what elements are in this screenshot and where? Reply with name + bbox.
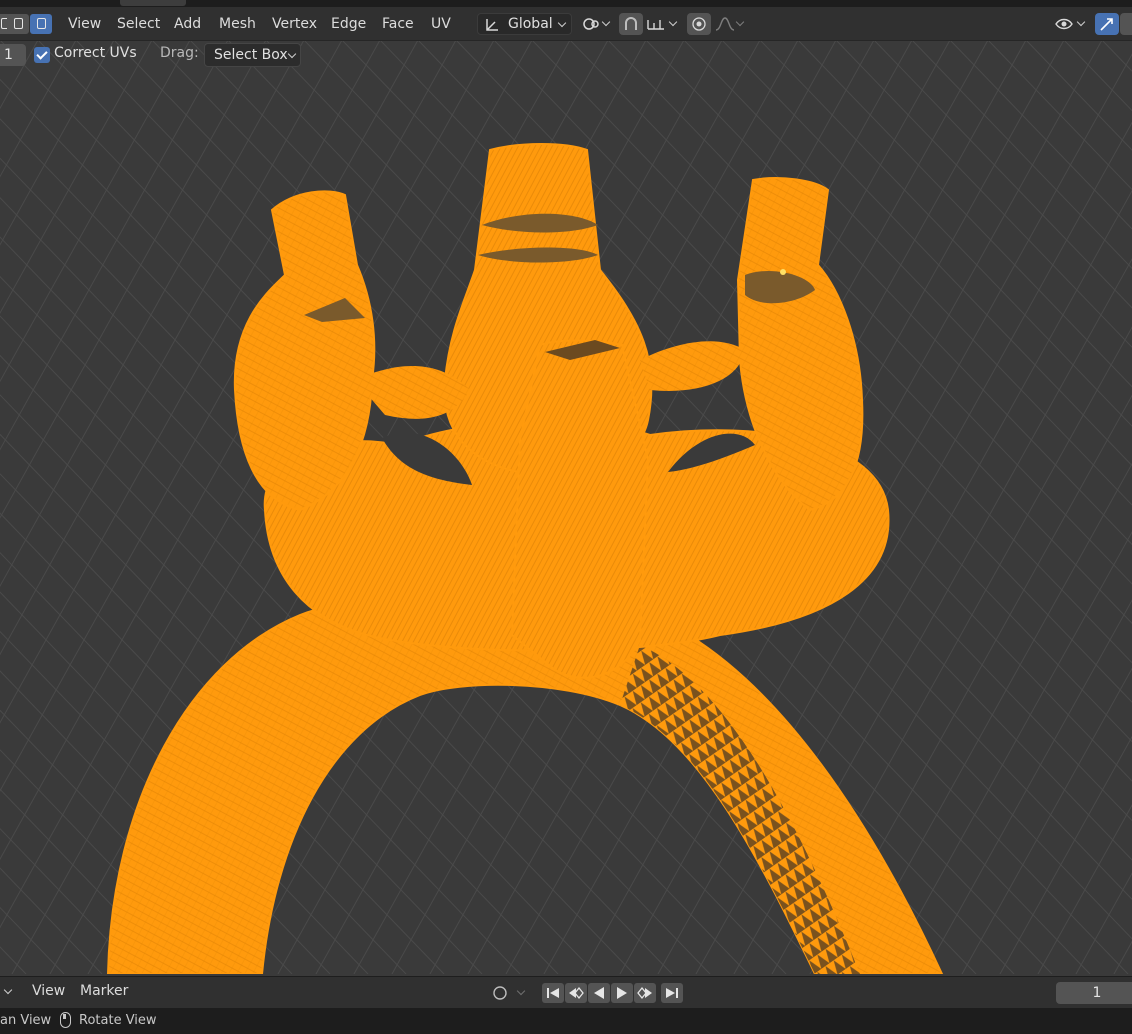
- menu-vertex[interactable]: Vertex: [268, 14, 321, 34]
- mesh-front-spike[interactable]: [510, 339, 650, 679]
- status-bar: an View Rotate View: [0, 1008, 1132, 1034]
- play-reverse-button[interactable]: [588, 983, 610, 1003]
- chevron-down-icon: [287, 49, 297, 59]
- keying-dropdown[interactable]: [488, 983, 532, 1003]
- correct-uvs-checkbox[interactable]: [34, 47, 50, 63]
- snap-toggle[interactable]: [619, 13, 643, 35]
- chevron-down-icon: [557, 18, 567, 28]
- viewport-header: View Select Add Mesh Vertex Edge Face UV…: [0, 7, 1132, 41]
- proportional-falloff-dropdown[interactable]: [713, 13, 749, 35]
- menu-view[interactable]: View: [64, 14, 105, 34]
- chevron-down-icon: [516, 986, 526, 996]
- mouse-middle-icon: [60, 1012, 71, 1028]
- 3d-viewport[interactable]: [0, 40, 1132, 974]
- drag-mode-value: Select Box: [214, 47, 288, 63]
- transform-orientation-icon: [486, 19, 498, 31]
- next-keyframe-icon: [637, 986, 652, 1000]
- transform-orientation-label: Global: [508, 16, 553, 32]
- menu-select[interactable]: Select: [113, 14, 164, 34]
- play-button[interactable]: [611, 983, 633, 1003]
- window-top-strip: [0, 0, 1132, 7]
- menu-edge[interactable]: Edge: [327, 14, 370, 34]
- jump-end-icon: [666, 988, 678, 998]
- timeline-menu-view[interactable]: View: [32, 983, 65, 999]
- proportional-editing-icon: [692, 17, 706, 31]
- play-reverse-icon: [594, 987, 604, 999]
- snap-icon: [625, 17, 637, 30]
- snap-increment-icon: [647, 20, 664, 30]
- keying-set-icon: [493, 986, 507, 1000]
- value-field[interactable]: 1: [0, 44, 26, 66]
- snap-target-dropdown[interactable]: [644, 13, 682, 35]
- menu-face[interactable]: Face: [378, 14, 418, 34]
- play-icon: [617, 987, 627, 999]
- next-keyframe-button[interactable]: [634, 983, 656, 1003]
- drag-label: Drag:: [160, 45, 199, 61]
- correct-uvs-label: Correct UVs: [54, 45, 137, 61]
- viewport-canvas[interactable]: [0, 40, 1132, 974]
- proportional-falloff-icon: [715, 17, 735, 31]
- visibility-icon: [1055, 18, 1073, 30]
- timeline-menu-marker[interactable]: Marker: [80, 983, 128, 999]
- pivot-point-icon: [583, 18, 599, 30]
- transform-orientation-dropdown[interactable]: Global: [477, 13, 572, 35]
- edge-select-mode-icon[interactable]: [7, 14, 29, 34]
- chevron-down-icon: [735, 17, 745, 27]
- chevron-down-icon: [1076, 17, 1086, 27]
- prev-keyframe-icon: [569, 986, 584, 1000]
- status-pan-view: an View: [0, 1013, 52, 1028]
- workspace-tab[interactable]: [120, 0, 186, 6]
- editor-type-chevron-icon[interactable]: [3, 985, 13, 995]
- tool-options-bar: 1 Correct UVs Drag: Select Box: [0, 40, 320, 70]
- gizmo-dropdown[interactable]: [1120, 13, 1132, 35]
- status-rotate-view: Rotate View: [79, 1013, 157, 1028]
- jump-start-button[interactable]: [542, 983, 564, 1003]
- gizmo-icon: [1100, 18, 1113, 31]
- pivot-point-dropdown[interactable]: [579, 13, 615, 35]
- current-frame-field[interactable]: 1: [1056, 982, 1132, 1004]
- menu-mesh[interactable]: Mesh: [215, 14, 260, 34]
- gizmo-toggle[interactable]: [1095, 13, 1119, 35]
- jump-end-button[interactable]: [661, 983, 683, 1003]
- jump-start-icon: [547, 988, 559, 998]
- chevron-down-icon: [601, 17, 611, 27]
- prev-keyframe-button[interactable]: [565, 983, 587, 1003]
- timeline-header: View Marker 1: [0, 976, 1132, 1009]
- drag-mode-dropdown[interactable]: Select Box: [204, 43, 301, 67]
- face-select-mode-icon[interactable]: [30, 14, 52, 34]
- menu-add[interactable]: Add: [170, 14, 205, 34]
- menu-uv[interactable]: UV: [427, 14, 455, 34]
- chevron-down-icon: [668, 17, 678, 27]
- selected-vertex[interactable]: [780, 269, 786, 275]
- proportional-editing-toggle[interactable]: [687, 13, 711, 35]
- visibility-dropdown[interactable]: [1052, 13, 1092, 35]
